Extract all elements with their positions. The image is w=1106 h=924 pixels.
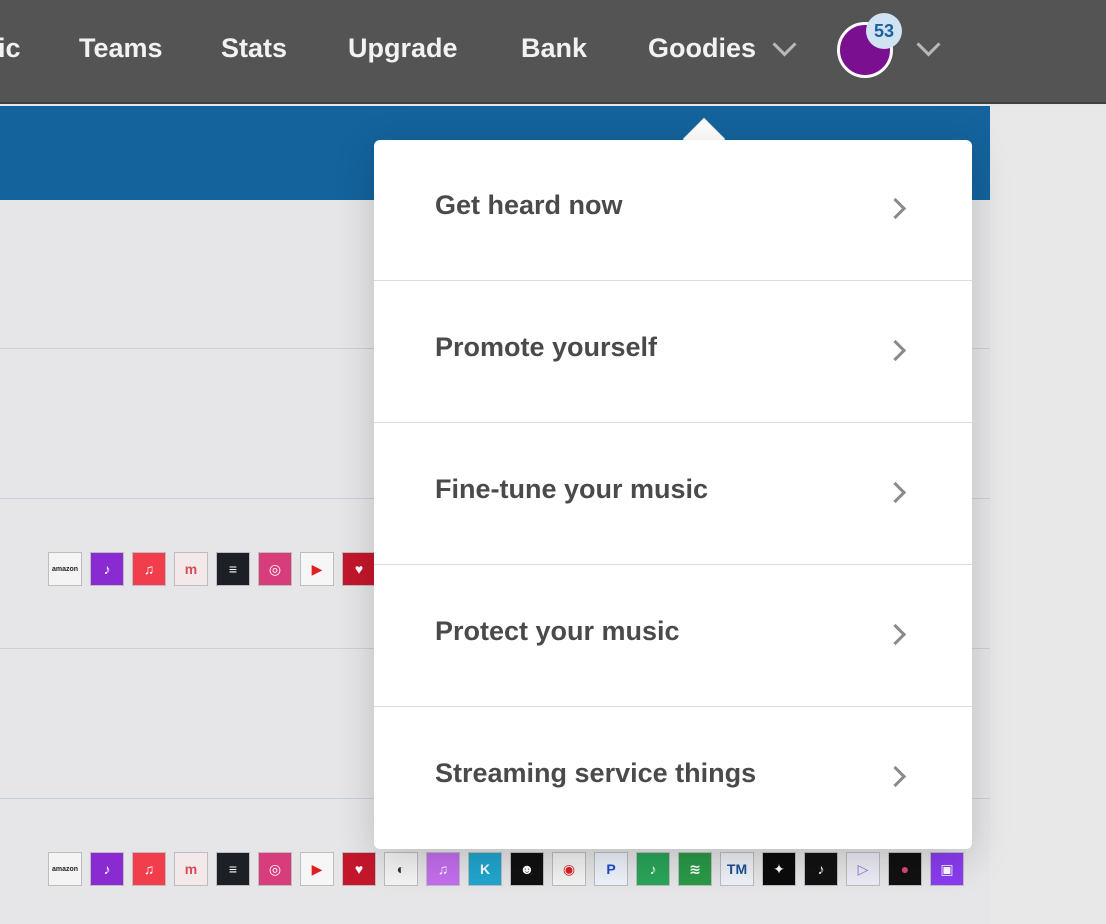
napster-icon[interactable]: ☻: [510, 852, 544, 886]
nav-item-teams[interactable]: Teams: [79, 28, 163, 68]
spotify-icon[interactable]: ≋: [678, 852, 712, 886]
nav-item-music[interactable]: ic: [0, 28, 21, 68]
nav-item-goodies[interactable]: Goodies: [648, 28, 756, 68]
chevron-right-icon: [884, 339, 907, 362]
youtube-music-icon[interactable]: ▶: [300, 552, 334, 586]
amazon-music-icon[interactable]: amazon: [48, 552, 82, 586]
instagram-icon[interactable]: ◎: [258, 852, 292, 886]
chevron-right-icon: [884, 481, 907, 504]
goodies-dropdown: Get heard now Promote yourself Fine-tune…: [374, 140, 972, 849]
headphones-service-icon[interactable]: ◐: [384, 852, 418, 886]
amazon-logo-text: amazon: [51, 865, 79, 873]
anghami-icon[interactable]: ♪: [90, 552, 124, 586]
page-gutter: [990, 106, 1106, 924]
nav-item-bank[interactable]: Bank: [521, 28, 587, 68]
resso-icon[interactable]: ●: [888, 852, 922, 886]
goodies-chevron-down-icon[interactable]: [772, 32, 797, 57]
kkbox-icon[interactable]: K: [468, 852, 502, 886]
nav-item-upgrade[interactable]: Upgrade: [348, 28, 458, 68]
amazon-logo-text: amazon: [51, 565, 79, 573]
deezer-icon[interactable]: ≡: [216, 852, 250, 886]
tencent-icon[interactable]: TM: [720, 852, 754, 886]
iheartradio-icon[interactable]: ♥: [342, 852, 376, 886]
triller-icon[interactable]: ▷: [846, 852, 880, 886]
nav-item-stats[interactable]: Stats: [221, 28, 287, 68]
chevron-right-icon: [884, 197, 907, 220]
account-chevron-down-icon[interactable]: [916, 32, 941, 57]
iheartradio-icon[interactable]: ♥: [342, 552, 376, 586]
dropdown-item-protect-your-music[interactable]: Protect your music: [374, 566, 972, 707]
dropdown-item-streaming-service-things[interactable]: Streaming service things: [374, 708, 972, 849]
jiosaavn-icon[interactable]: ♪: [636, 852, 670, 886]
top-nav: ic Teams Stats Upgrade Bank Goodies 53: [0, 0, 1106, 104]
instagram-icon[interactable]: ◎: [258, 552, 292, 586]
mixcloud-icon[interactable]: m: [174, 852, 208, 886]
mixcloud-icon[interactable]: m: [174, 552, 208, 586]
dropdown-item-label: Streaming service things: [435, 758, 757, 788]
itunes-icon[interactable]: ♫: [426, 852, 460, 886]
dropdown-item-label: Promote yourself: [435, 332, 658, 362]
dropdown-item-label: Fine-tune your music: [435, 474, 709, 504]
pandora-icon[interactable]: P: [594, 852, 628, 886]
dropdown-item-promote-yourself[interactable]: Promote yourself: [374, 282, 972, 423]
chevron-right-icon: [884, 765, 907, 788]
netease-icon[interactable]: ◉: [552, 852, 586, 886]
dropdown-item-get-heard-now[interactable]: Get heard now: [374, 140, 972, 281]
deezer-icon[interactable]: ≡: [216, 552, 250, 586]
tidal-icon[interactable]: ✦: [762, 852, 796, 886]
notification-badge[interactable]: 53: [866, 13, 902, 49]
dropdown-item-label: Get heard now: [435, 190, 623, 220]
tiktok-icon[interactable]: ♪: [804, 852, 838, 886]
apple-music-icon[interactable]: ♫: [132, 552, 166, 586]
dropdown-item-label: Protect your music: [435, 616, 680, 646]
youtube-music-icon[interactable]: ▶: [300, 852, 334, 886]
anghami-icon[interactable]: ♪: [90, 852, 124, 886]
dropdown-item-fine-tune-your-music[interactable]: Fine-tune your music: [374, 424, 972, 565]
amazon-music-icon[interactable]: amazon: [48, 852, 82, 886]
apple-music-icon[interactable]: ♫: [132, 852, 166, 886]
chevron-right-icon: [884, 623, 907, 646]
twitch-icon[interactable]: ▣: [930, 852, 964, 886]
